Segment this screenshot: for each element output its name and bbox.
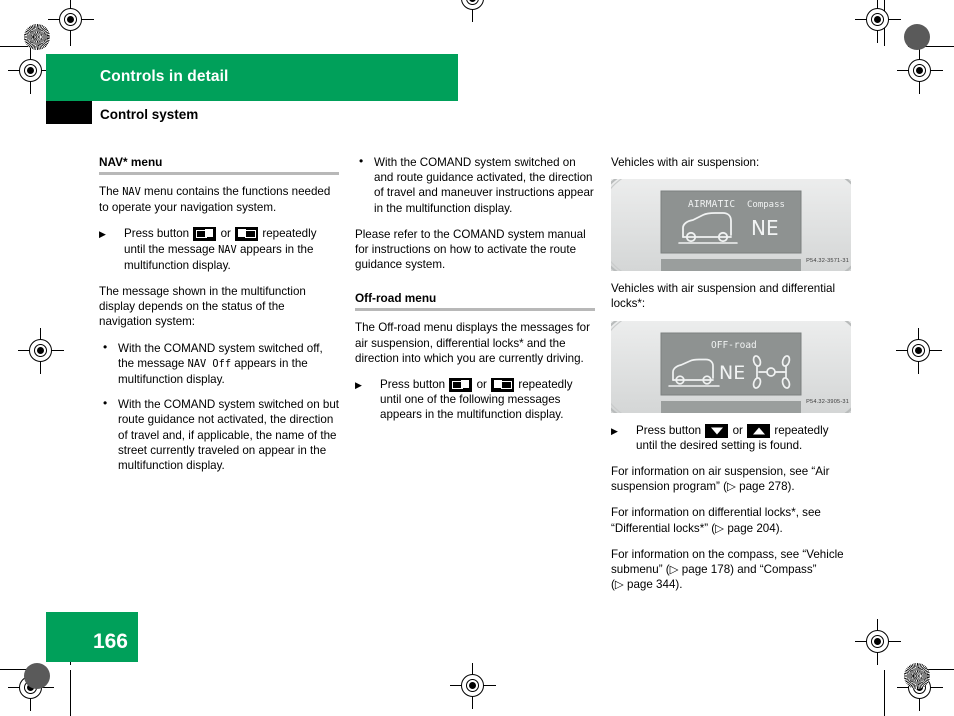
nav-intro-text-a: The — [99, 185, 123, 198]
nav-intro-paragraph: The NAV menu contains the functions need… — [99, 184, 339, 215]
ref1-text-a: For information on air suspension, see “… — [611, 465, 830, 494]
trim-line-top-left — [0, 46, 46, 47]
nav-status-paragraph: The message shown in the multifunction d… — [99, 285, 306, 329]
page-ref-344[interactable]: ▷ page 344 — [615, 578, 676, 591]
manual-page: Controls in detail Control system 166 NA… — [0, 0, 954, 716]
page-ref-278-label: page 278 — [739, 480, 788, 494]
ref3-text-b: ). — [675, 578, 683, 592]
figure-offroad-difflock: OFF-road NE P54.32-3905-31 — [611, 320, 851, 413]
page-number-box: 166 — [46, 612, 138, 662]
heading-offroad-menu: Off-road menu — [355, 291, 437, 306]
figure-code-1: P54.32-3571-31 — [806, 258, 849, 264]
section-marker-block — [46, 101, 92, 124]
bullet-comand-on-no-guidance: With the COMAND system switched on but r… — [99, 396, 339, 473]
page-ref-icon: ▷ — [727, 480, 736, 494]
registration-mark-top-left-outer — [48, 0, 94, 43]
section-title: Control system — [100, 107, 199, 122]
page-ref-204[interactable]: ▷ page 204 — [715, 522, 776, 535]
trim-line-right-bottom — [884, 670, 885, 716]
trim-line-top-right — [908, 46, 954, 47]
action-nav-keyword: NAV — [218, 243, 237, 256]
column-one: NAV* menu The NAV menu contains the func… — [99, 155, 339, 484]
mfd-button-up-icon[interactable] — [747, 423, 771, 438]
mfd-button-right-icon[interactable] — [491, 378, 515, 393]
comand-manual-note: Please refer to the COMAND system manual… — [355, 227, 586, 272]
page-ref-icon: ▷ — [614, 578, 624, 592]
registration-mark-bottom-right-outer — [855, 619, 901, 665]
registration-mark-right-middle — [896, 328, 942, 374]
halftone-mark-top-left — [24, 24, 50, 50]
heading-rule-offroad — [355, 308, 595, 312]
figure-airmatic-compass: AIRMATIC Compass NE P54.32-3571-31 — [611, 179, 851, 272]
svg-text:OFF-road: OFF-road — [711, 340, 757, 351]
mfd-button-right-icon[interactable] — [235, 227, 259, 242]
action-press-arrow-buttons: Press button or repeatedly until the des… — [611, 423, 851, 453]
bullet-comand-off: With the COMAND system switched off, the… — [99, 340, 339, 388]
trim-line-bottom-left — [0, 669, 46, 670]
action-list-nav: Press button or repeatedly until the mes… — [99, 226, 339, 273]
action-list-setting: Press button or repeatedly until the des… — [611, 423, 851, 453]
offroad-intro-paragraph: The Off-road menu displays the messages … — [355, 321, 590, 365]
svg-text:AIRMATIC: AIRMATIC — [688, 199, 735, 210]
column-two: With the COMAND system switched on and r… — [355, 154, 595, 434]
caption-air-suspension-diff-locks: Vehicles with air suspension and differe… — [611, 282, 836, 311]
ref2-text-b: ). — [775, 521, 783, 535]
offroad-action-or: or — [476, 378, 487, 392]
trim-line-left-bottom — [70, 670, 71, 716]
nav-off-keyword: NAV Off — [187, 357, 232, 370]
offroad-action-text-a: Press button — [380, 378, 446, 392]
registration-mark-top-center — [450, 0, 496, 22]
mfd-button-left-icon[interactable] — [449, 378, 473, 393]
nav-status-bullets: With the COMAND system switched off, the… — [99, 340, 339, 474]
figure-code-2: P54.32-3905-31 — [806, 399, 849, 406]
nav-status-bullets-cont: With the COMAND system switched on and r… — [355, 154, 595, 216]
action-press-button-nav: Press button or repeatedly until the mes… — [99, 226, 339, 273]
cross-ref-air-suspension: For information on air suspension, see “… — [611, 464, 851, 494]
trim-line-left-top — [70, 0, 71, 46]
svg-text:NE: NE — [719, 362, 745, 384]
svg-text:NE: NE — [751, 216, 779, 240]
svg-text:Compass: Compass — [747, 200, 785, 210]
column-three: Vehicles with air suspension: AIRMATIC C… — [611, 155, 851, 603]
halftone-mark-bottom-left — [24, 663, 50, 689]
mfd-button-down-icon[interactable] — [705, 423, 729, 438]
page-ref-178[interactable]: ▷ page 178 — [670, 563, 731, 576]
page-ref-344-label: page 344 — [627, 578, 676, 592]
action-list-offroad: Press button or repeatedly until one of … — [355, 377, 595, 423]
ref1-text-b: ). — [787, 480, 795, 494]
action-press-button-offroad: Press button or repeatedly until one of … — [355, 377, 595, 423]
halftone-mark-top-right — [904, 24, 930, 50]
setting-action-or: or — [732, 423, 743, 437]
registration-mark-bottom-right-inner — [897, 665, 943, 711]
page-ref-icon: ▷ — [669, 563, 679, 577]
registration-mark-bottom-left-inner — [8, 665, 54, 711]
bullet-comand-on-guidance: With the COMAND system switched on and r… — [355, 154, 595, 216]
action-text-a: Press button — [124, 227, 190, 241]
cross-ref-differential-locks: For information on differential locks*, … — [611, 505, 851, 535]
mfd-button-left-icon[interactable] — [193, 227, 217, 242]
registration-mark-bottom-center — [450, 663, 496, 709]
page-number: 166 — [92, 630, 128, 653]
nav-keyword: NAV — [122, 186, 141, 198]
registration-mark-left-middle — [18, 328, 64, 374]
registration-mark-top-right-inner — [897, 48, 943, 94]
caption-air-suspension: Vehicles with air suspension: — [611, 156, 760, 169]
action-or-1: or — [220, 227, 231, 241]
trim-line-bottom-right — [908, 669, 954, 670]
setting-action-text-a: Press button — [636, 423, 702, 437]
trim-line-right-top — [884, 0, 885, 46]
registration-mark-top-right-outer — [855, 0, 901, 43]
heading-rule — [99, 172, 339, 175]
cross-ref-compass: For information on the compass, see “Veh… — [611, 547, 851, 593]
page-ref-178-label: page 178 — [681, 563, 731, 577]
halftone-mark-bottom-right — [904, 663, 930, 689]
heading-nav-menu: NAV* menu — [99, 155, 163, 169]
chapter-title: Controls in detail — [100, 68, 229, 85]
page-ref-278[interactable]: ▷ page 278 — [727, 480, 788, 493]
page-ref-icon: ▷ — [715, 521, 725, 535]
page-ref-204-label: page 204 — [727, 521, 776, 535]
